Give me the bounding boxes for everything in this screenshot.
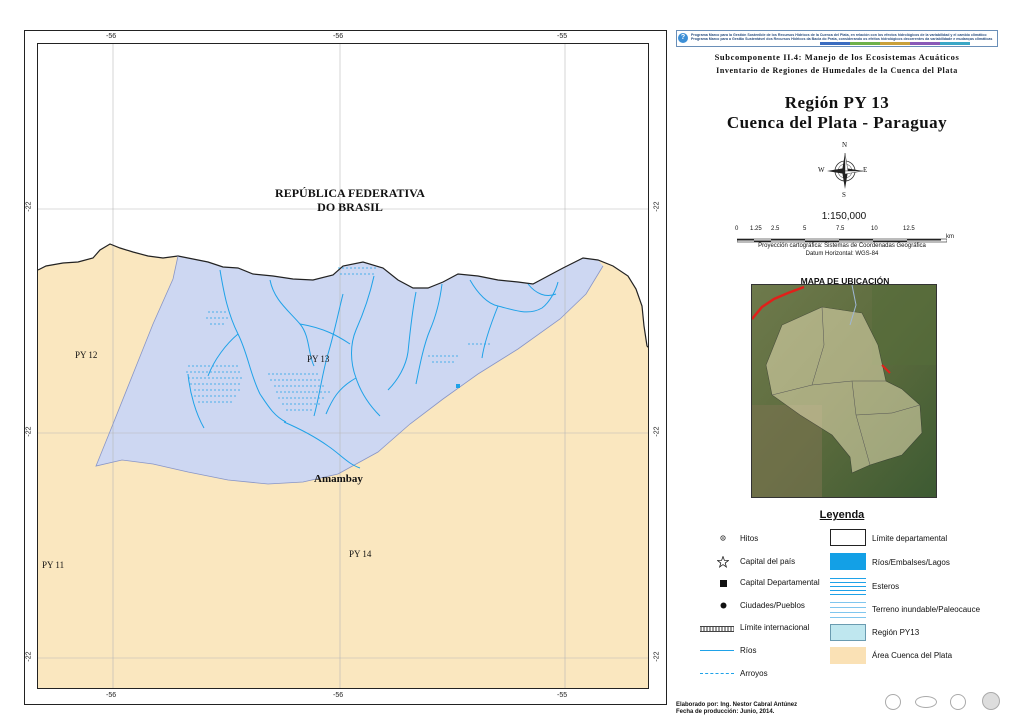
legend-ciudades: Ciudades/Pueblos — [740, 601, 805, 610]
map-title-line2: Cuenca del Plata - Paraguay — [726, 113, 948, 132]
compass-w: W — [818, 166, 825, 174]
institution-logo-1-icon — [885, 694, 901, 710]
legend-capital-departamental: Capital Departamental — [740, 578, 820, 587]
region-label-py12: PY 12 — [75, 350, 98, 360]
legend-hitos: Hitos — [740, 534, 759, 543]
region-label-py14: PY 14 — [349, 549, 372, 559]
legend-title: Leyenda — [819, 509, 865, 521]
scale-bar — [736, 232, 948, 243]
terreno-inundable-swatch — [830, 601, 866, 618]
ciudades-dot-icon — [713, 600, 733, 610]
grid-label-bottom-3: -55 — [557, 692, 568, 699]
scale-tick-6: 12.5 — [903, 226, 915, 232]
map-svg — [38, 44, 648, 688]
credits-date: Fecha de producción: Junio, 2014. — [676, 709, 775, 715]
region-py13-swatch — [830, 624, 866, 641]
credits: Elaborado por: Ing. Nestor Cabral Antúne… — [676, 702, 797, 716]
esteros-swatch — [830, 578, 866, 595]
inventory-heading: Inventario de Regiones de Humedales de l… — [716, 66, 958, 75]
grid-label-right-2: -22 — [653, 426, 661, 437]
legend-limite-internacional: Límite internacional — [740, 623, 810, 632]
scale-unit: km — [946, 234, 954, 240]
institution-logo-4-icon — [982, 692, 1000, 710]
legend-limite-departamental: Límite departamental — [872, 534, 948, 543]
scale-tick-3: 5 — [803, 226, 807, 232]
map-canvas[interactable] — [37, 43, 649, 689]
grid-label-top-2: -56 — [333, 33, 344, 40]
capital-departamental-icon — [713, 578, 733, 588]
area-cuenca-swatch — [830, 647, 866, 664]
subcomponent-heading: Subcomponente II.4: Manejo de los Ecosis… — [714, 52, 960, 62]
grid-label-right-3: -22 — [653, 651, 661, 662]
legend-area-cuenca: Área Cuenca del Plata — [872, 651, 953, 660]
scale-tick-1: 1.25 — [750, 226, 762, 232]
institution-logo-2-icon — [915, 696, 937, 708]
scale-ratio: 1:150,000 — [821, 211, 867, 222]
lake-marker — [456, 384, 460, 388]
datum-text: Datum Horizontal: WGS-84 — [805, 251, 879, 257]
grid-label-left-3: -22 — [25, 651, 33, 662]
map-title-line1: Región PY 13 — [784, 93, 890, 112]
limite-departamental-swatch — [830, 529, 866, 546]
compass-rose-icon — [822, 148, 868, 194]
compass-n: N — [842, 141, 848, 149]
brasil-label-line1: REPÚBLICA FEDERATIVA — [275, 186, 425, 200]
country-label-brasil: REPÚBLICA FEDERATIVA DO BRASIL — [260, 186, 440, 214]
scale-tick-2: 2.5 — [771, 226, 780, 232]
program-logo-icon: ? — [678, 33, 688, 43]
rios-line-symbol — [700, 650, 734, 651]
international-limit-symbol — [700, 626, 734, 632]
brasil-label-line2: DO BRASIL — [317, 200, 383, 214]
legend-esteros: Esteros — [872, 582, 900, 591]
legend-rios-embalses: Ríos/Embalses/Lagos — [872, 558, 950, 567]
institution-logo-3-icon — [950, 694, 966, 710]
legend-rios: Ríos — [740, 646, 757, 655]
rios-embalses-swatch — [830, 553, 866, 570]
legend-region-py13: Región PY13 — [872, 628, 920, 637]
legend-terreno-inundable: Terreno inundable/Paleocauce — [872, 605, 981, 614]
grid-label-top-1: -56 — [106, 33, 117, 40]
compass-e: E — [863, 166, 868, 174]
legend-capital-pais: Capital del país — [740, 557, 796, 566]
scale-tick-5: 10 — [871, 226, 878, 232]
region-label-py13: PY 13 — [307, 354, 330, 364]
compass-s: S — [842, 191, 846, 199]
grid-label-left-2: -22 — [25, 426, 33, 437]
hitos-icon — [713, 533, 733, 543]
capital-star-icon — [713, 556, 733, 568]
scale-tick-0: 0 — [735, 226, 739, 232]
grid-label-bottom-2: -56 — [333, 692, 344, 699]
grid-label-right-1: -22 — [653, 201, 661, 212]
credits-author: Elaborado por: Ing. Nestor Cabral Antúne… — [676, 702, 798, 708]
banner-color-strip — [820, 42, 970, 45]
location-map[interactable] — [751, 284, 937, 498]
region-label-py11: PY 11 — [42, 560, 65, 570]
scale-tick-4: 7.5 — [836, 226, 845, 232]
projection-text: Proyección cartográfica: Sistemas de Coo… — [758, 243, 926, 249]
legend-arroyos: Arroyos — [740, 669, 768, 678]
grid-label-left-1: -22 — [25, 201, 33, 212]
department-label-amambay: Amambay — [314, 473, 363, 485]
arroyos-line-symbol — [700, 673, 734, 674]
grid-label-top-3: -55 — [557, 33, 568, 40]
grid-label-bottom-1: -56 — [106, 692, 117, 699]
